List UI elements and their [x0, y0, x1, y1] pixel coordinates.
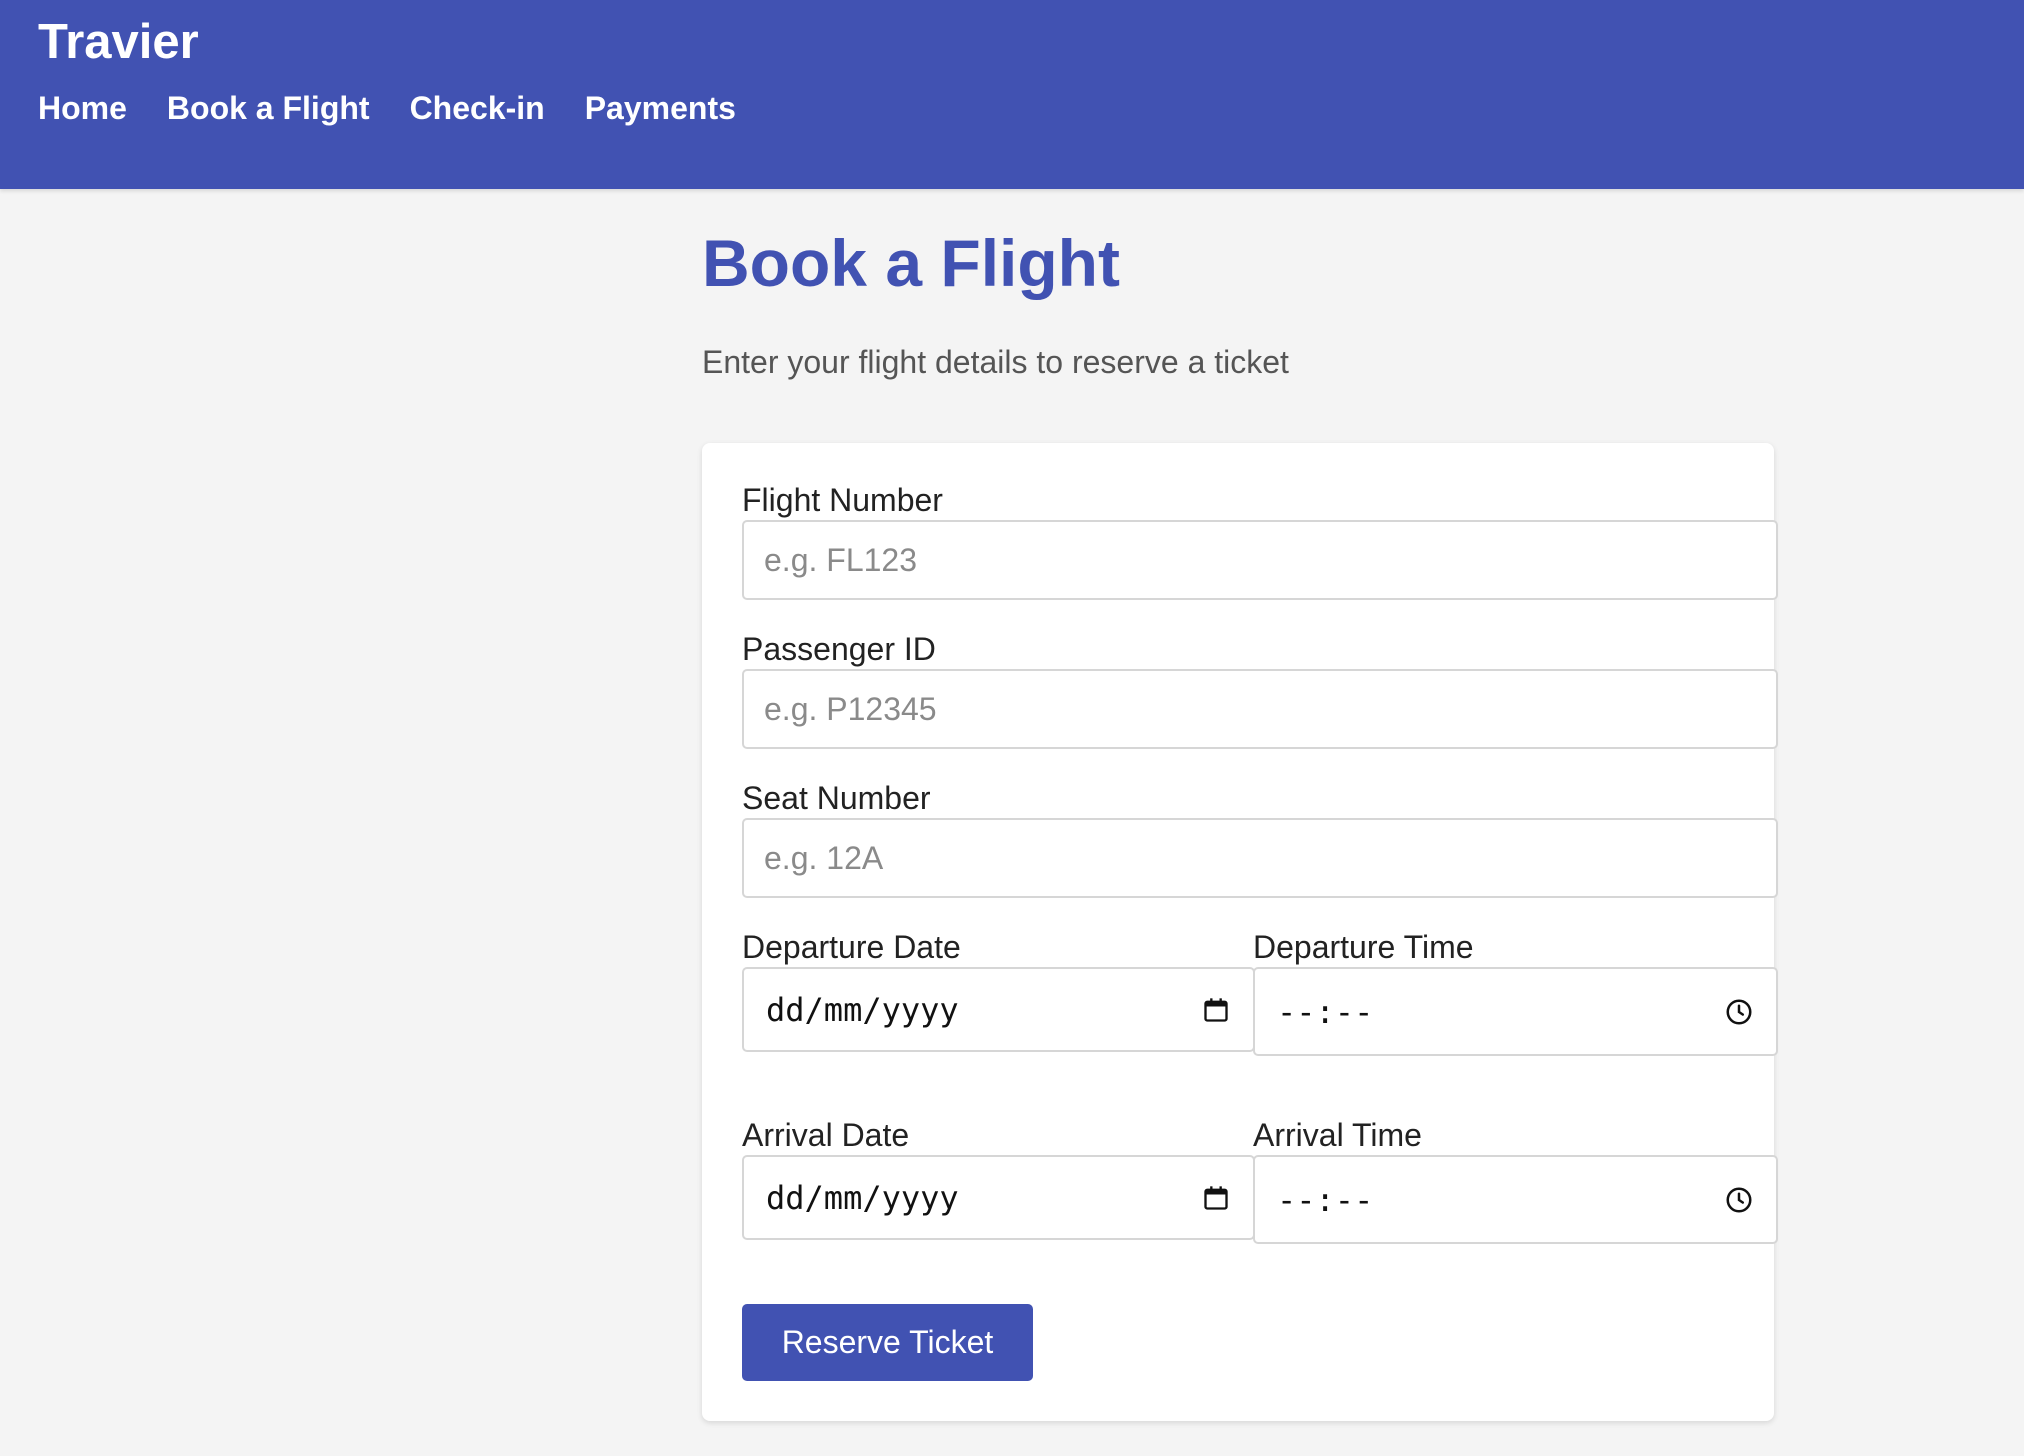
seat-number-label: Seat Number: [742, 780, 931, 816]
page-title: Book a Flight: [702, 226, 1120, 300]
arrival-time-input[interactable]: --:--: [1253, 1155, 1778, 1244]
passenger-id-label: Passenger ID: [742, 631, 936, 667]
nav-item-book-a-flight[interactable]: Book a Flight: [167, 90, 370, 127]
seat-number-input[interactable]: [742, 818, 1778, 898]
nav-item-home[interactable]: Home: [38, 90, 127, 127]
arrival-time-label: Arrival Time: [1253, 1117, 1422, 1153]
departure-date-value: dd/mm/yyyy: [766, 990, 959, 1029]
nav-item-payments[interactable]: Payments: [585, 90, 736, 127]
arrival-time-value: --:--: [1277, 1180, 1374, 1219]
reserve-ticket-button[interactable]: Reserve Ticket: [742, 1304, 1033, 1381]
departure-time-input[interactable]: --:--: [1253, 967, 1778, 1056]
departure-date-input[interactable]: dd/mm/yyyy: [742, 967, 1255, 1052]
calendar-icon[interactable]: [1201, 1183, 1231, 1213]
departure-time-label: Departure Time: [1253, 929, 1474, 965]
arrival-date-label: Arrival Date: [742, 1117, 910, 1153]
brand-logo[interactable]: Travier: [38, 14, 199, 70]
clock-icon[interactable]: [1724, 997, 1754, 1027]
departure-time-value: --:--: [1277, 992, 1374, 1031]
passenger-id-input[interactable]: [742, 669, 1778, 749]
nav-item-check-in[interactable]: Check-in: [410, 90, 545, 127]
flight-number-input[interactable]: [742, 520, 1778, 600]
clock-icon[interactable]: [1724, 1185, 1754, 1215]
top-navigation-bar: Travier Home Book a Flight Check-in Paym…: [0, 0, 2024, 189]
main-nav: Home Book a Flight Check-in Payments: [38, 90, 736, 127]
arrival-date-input[interactable]: dd/mm/yyyy: [742, 1155, 1255, 1240]
flight-number-label: Flight Number: [742, 482, 943, 518]
page-subtitle: Enter your flight details to reserve a t…: [702, 344, 1289, 380]
arrival-date-value: dd/mm/yyyy: [766, 1178, 959, 1217]
calendar-icon[interactable]: [1201, 995, 1231, 1025]
departure-date-label: Departure Date: [742, 929, 961, 965]
